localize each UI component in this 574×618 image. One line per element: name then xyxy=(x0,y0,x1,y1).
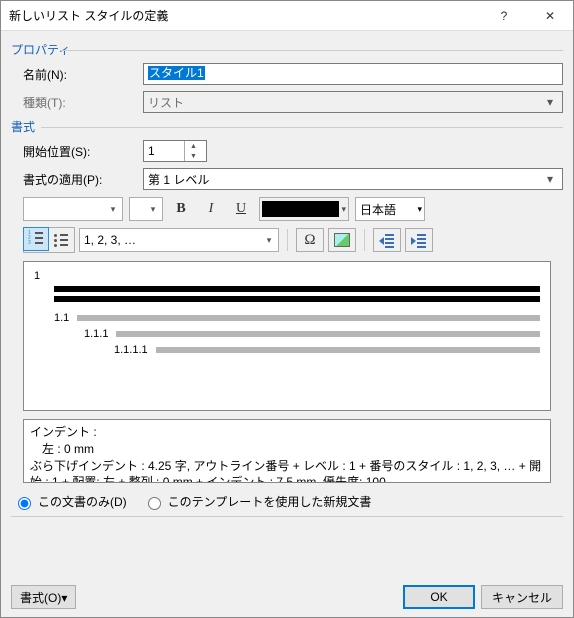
font-toolbar: ▾ ▾ B I U ▾ 日本語▾ xyxy=(23,197,563,221)
spin-buttons[interactable]: ▲▼ xyxy=(184,141,202,161)
numbered-list-icon xyxy=(28,231,44,247)
font-family-combo[interactable]: ▾ xyxy=(23,197,123,221)
start-label: 開始位置(S): xyxy=(23,143,143,160)
decrease-indent-button[interactable] xyxy=(373,228,401,252)
ok-button[interactable]: OK xyxy=(403,585,475,609)
chevron-down-icon: ▾ xyxy=(542,172,558,186)
number-format-combo[interactable]: 1, 2, 3, …▾ xyxy=(79,228,279,252)
preview-level-2: 1.1 xyxy=(54,312,69,324)
start-spin[interactable]: ▲▼ xyxy=(143,140,207,162)
desc-line-3: ぶら下げインデント : 4.25 字, アウトライン番号 + レベル : 1 +… xyxy=(30,458,544,483)
indent-decrease-icon xyxy=(379,232,395,248)
description-box: インデント : 左 : 0 mm ぶら下げインデント : 4.25 字, アウト… xyxy=(23,419,551,483)
format-menu-button[interactable]: 書式(O)▾ xyxy=(11,585,76,609)
toolbar-separator xyxy=(287,229,288,251)
apply-row: 書式の適用(P): 第 1 レベル▾ xyxy=(23,167,563,191)
preview-level-4: 1.1.1.1 xyxy=(114,344,148,356)
increase-indent-button[interactable] xyxy=(405,228,433,252)
separator xyxy=(11,516,563,517)
close-button[interactable]: ✕ xyxy=(527,1,573,31)
start-input[interactable] xyxy=(144,144,184,158)
italic-button[interactable]: I xyxy=(199,197,223,221)
chevron-down-icon: ▾ xyxy=(417,204,422,215)
language-combo[interactable]: 日本語▾ xyxy=(355,197,425,221)
font-size-combo[interactable]: ▾ xyxy=(129,197,163,221)
type-combo: リスト▾ xyxy=(143,91,563,113)
help-button[interactable]: ? xyxy=(481,1,527,31)
apply-label: 書式の適用(P): xyxy=(23,171,143,188)
preview-pane: 1 1.1 1.1.1 1.1.1.1 xyxy=(23,261,551,411)
dialog-title: 新しいリスト スタイルの定義 xyxy=(1,7,481,24)
cancel-button[interactable]: キャンセル xyxy=(481,585,563,609)
format-group-label: 書式 xyxy=(11,118,563,135)
desc-line-2: 左 : 0 mm xyxy=(30,441,544,458)
this-doc-radio[interactable]: この文書のみ(D) xyxy=(13,493,127,510)
preview-level-3: 1.1.1 xyxy=(84,328,108,340)
chevron-down-icon: ▾ xyxy=(341,204,346,215)
bulleted-list-icon xyxy=(53,232,69,248)
dialog-window: 新しいリスト スタイルの定義 ? ✕ プロパティ 名前(N): スタイル1 種類… xyxy=(0,0,574,618)
template-radio[interactable]: このテンプレートを使用した新規文書 xyxy=(143,493,372,510)
name-label: 名前(N): xyxy=(23,66,143,83)
color-swatch xyxy=(262,201,339,217)
underline-button[interactable]: U xyxy=(229,197,253,221)
list-type-group xyxy=(23,227,75,253)
name-row: 名前(N): スタイル1 xyxy=(23,62,563,86)
toolbar-separator xyxy=(364,229,365,251)
start-row: 開始位置(S): ▲▼ xyxy=(23,139,563,163)
titlebar: 新しいリスト スタイルの定義 ? ✕ xyxy=(1,1,573,31)
picture-icon xyxy=(334,233,350,247)
picture-button[interactable] xyxy=(328,228,356,252)
bulleted-list-button[interactable] xyxy=(48,228,74,252)
type-label: 種類(T): xyxy=(23,94,143,111)
omega-icon: Ω xyxy=(304,232,315,249)
properties-group-label: プロパティ xyxy=(11,41,563,58)
chevron-down-icon: ▾ xyxy=(542,95,558,109)
preview-level-1: 1 xyxy=(34,270,44,282)
list-toolbar: 1, 2, 3, …▾ Ω xyxy=(23,227,563,253)
apply-combo[interactable]: 第 1 レベル▾ xyxy=(143,168,563,190)
numbered-list-button[interactable] xyxy=(23,227,49,251)
dialog-footer: 書式(O)▾ OK キャンセル xyxy=(1,577,573,617)
dialog-content: プロパティ 名前(N): スタイル1 種類(T): リスト▾ 書式 開始位置(S… xyxy=(1,31,573,577)
bold-button[interactable]: B xyxy=(169,197,193,221)
desc-line-1: インデント : xyxy=(30,424,544,441)
indent-increase-icon xyxy=(411,232,427,248)
name-input[interactable]: スタイル1 xyxy=(143,63,563,85)
scope-radios: この文書のみ(D) このテンプレートを使用した新規文書 xyxy=(13,493,561,510)
symbol-button[interactable]: Ω xyxy=(296,228,324,252)
font-color-combo[interactable]: ▾ xyxy=(259,197,349,221)
type-row: 種類(T): リスト▾ xyxy=(23,90,563,114)
